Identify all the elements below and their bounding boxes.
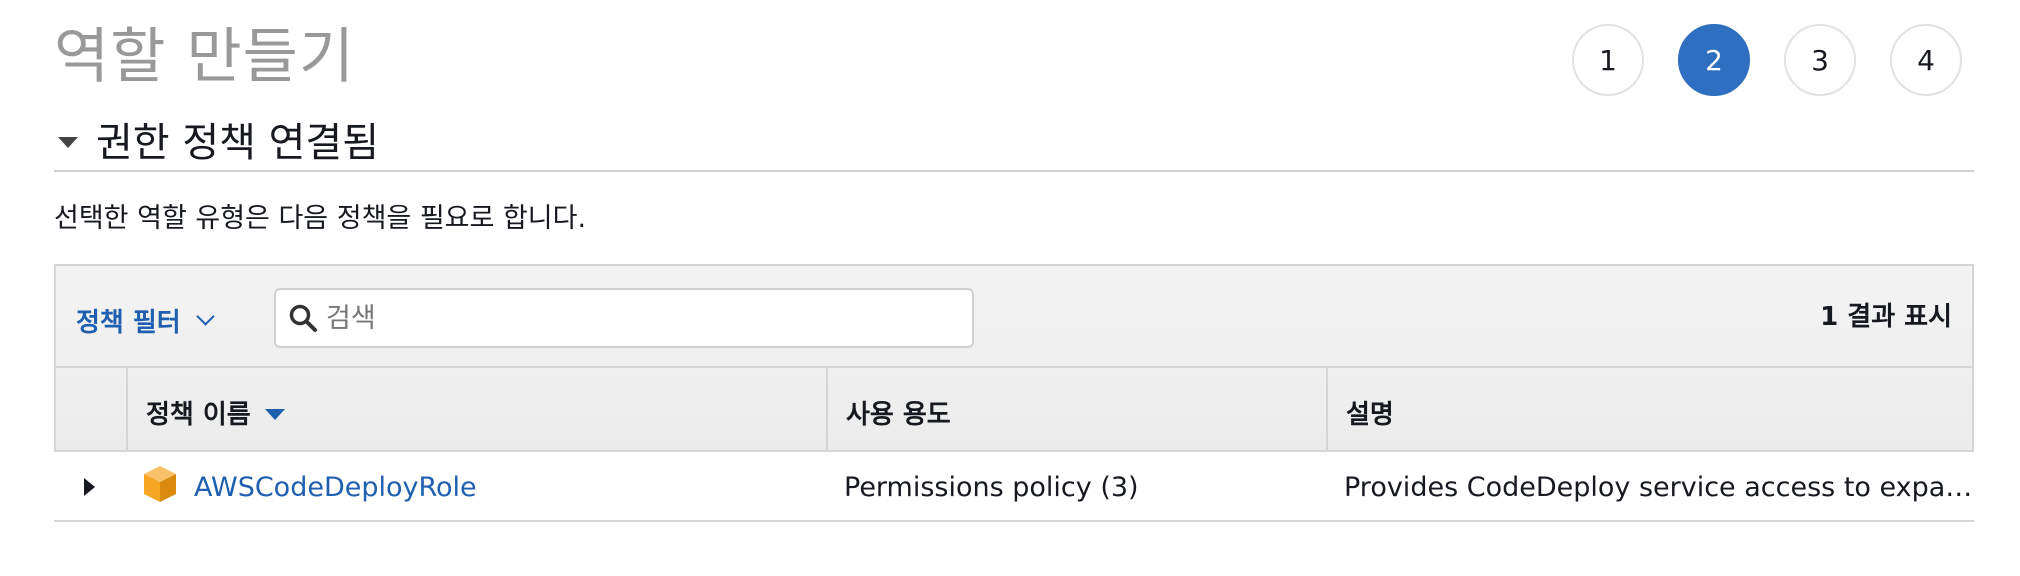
step-4[interactable]: 4 bbox=[1890, 24, 1962, 96]
policy-cube-icon bbox=[144, 466, 176, 502]
column-divider bbox=[1326, 368, 1328, 452]
table-header-row: 정책 이름 사용 용도 설명 bbox=[56, 368, 1972, 452]
step-3[interactable]: 3 bbox=[1784, 24, 1856, 96]
results-count: 1 결과 표시 bbox=[1820, 302, 1952, 332]
section-description: 선택한 역할 유형은 다음 정책을 필요로 합니다. bbox=[54, 203, 587, 234]
search-input[interactable] bbox=[326, 302, 926, 334]
policy-description-cell: Provides CodeDeploy service access to ex… bbox=[1344, 472, 1973, 503]
policy-name-link[interactable]: AWSCodeDeployRole bbox=[194, 472, 477, 503]
column-divider bbox=[126, 368, 128, 452]
column-header-label: 사용 용도 bbox=[846, 400, 951, 430]
column-divider bbox=[826, 368, 828, 452]
expand-row-icon[interactable] bbox=[84, 478, 95, 496]
policy-table: 정책 필터 1 결과 표시 정책 이름 사용 용도 설명 bbox=[54, 264, 1974, 452]
table-toolbar: 정책 필터 1 결과 표시 bbox=[56, 266, 1972, 368]
policy-usage-cell: Permissions policy (3) bbox=[844, 472, 1139, 503]
wizard-steps: 1 2 3 4 bbox=[1572, 24, 1962, 96]
section-toggle[interactable]: 권한 정책 연결됨 bbox=[58, 110, 379, 168]
collapse-caret-icon[interactable] bbox=[58, 136, 78, 148]
column-header-label: 설명 bbox=[1346, 400, 1394, 430]
section-title: 권한 정책 연결됨 bbox=[96, 120, 380, 166]
page-title: 역할 만들기 bbox=[54, 22, 356, 92]
column-header-usage[interactable]: 사용 용도 bbox=[846, 394, 951, 431]
sort-desc-icon[interactable] bbox=[264, 409, 285, 420]
column-header-label: 정책 이름 bbox=[146, 400, 251, 430]
policy-filter-label: 정책 필터 bbox=[76, 308, 181, 338]
section-divider bbox=[54, 170, 1974, 172]
search-box[interactable] bbox=[274, 288, 974, 348]
step-1[interactable]: 1 bbox=[1572, 24, 1644, 96]
step-2-current[interactable]: 2 bbox=[1678, 24, 1750, 96]
policy-filter-dropdown[interactable]: 정책 필터 bbox=[76, 302, 215, 339]
search-icon bbox=[289, 304, 317, 332]
chevron-down-icon bbox=[196, 307, 215, 326]
table-row[interactable]: AWSCodeDeployRole Permissions policy (3)… bbox=[54, 452, 1974, 522]
column-header-policy-name[interactable]: 정책 이름 bbox=[146, 394, 285, 431]
column-header-description[interactable]: 설명 bbox=[1346, 394, 1394, 431]
